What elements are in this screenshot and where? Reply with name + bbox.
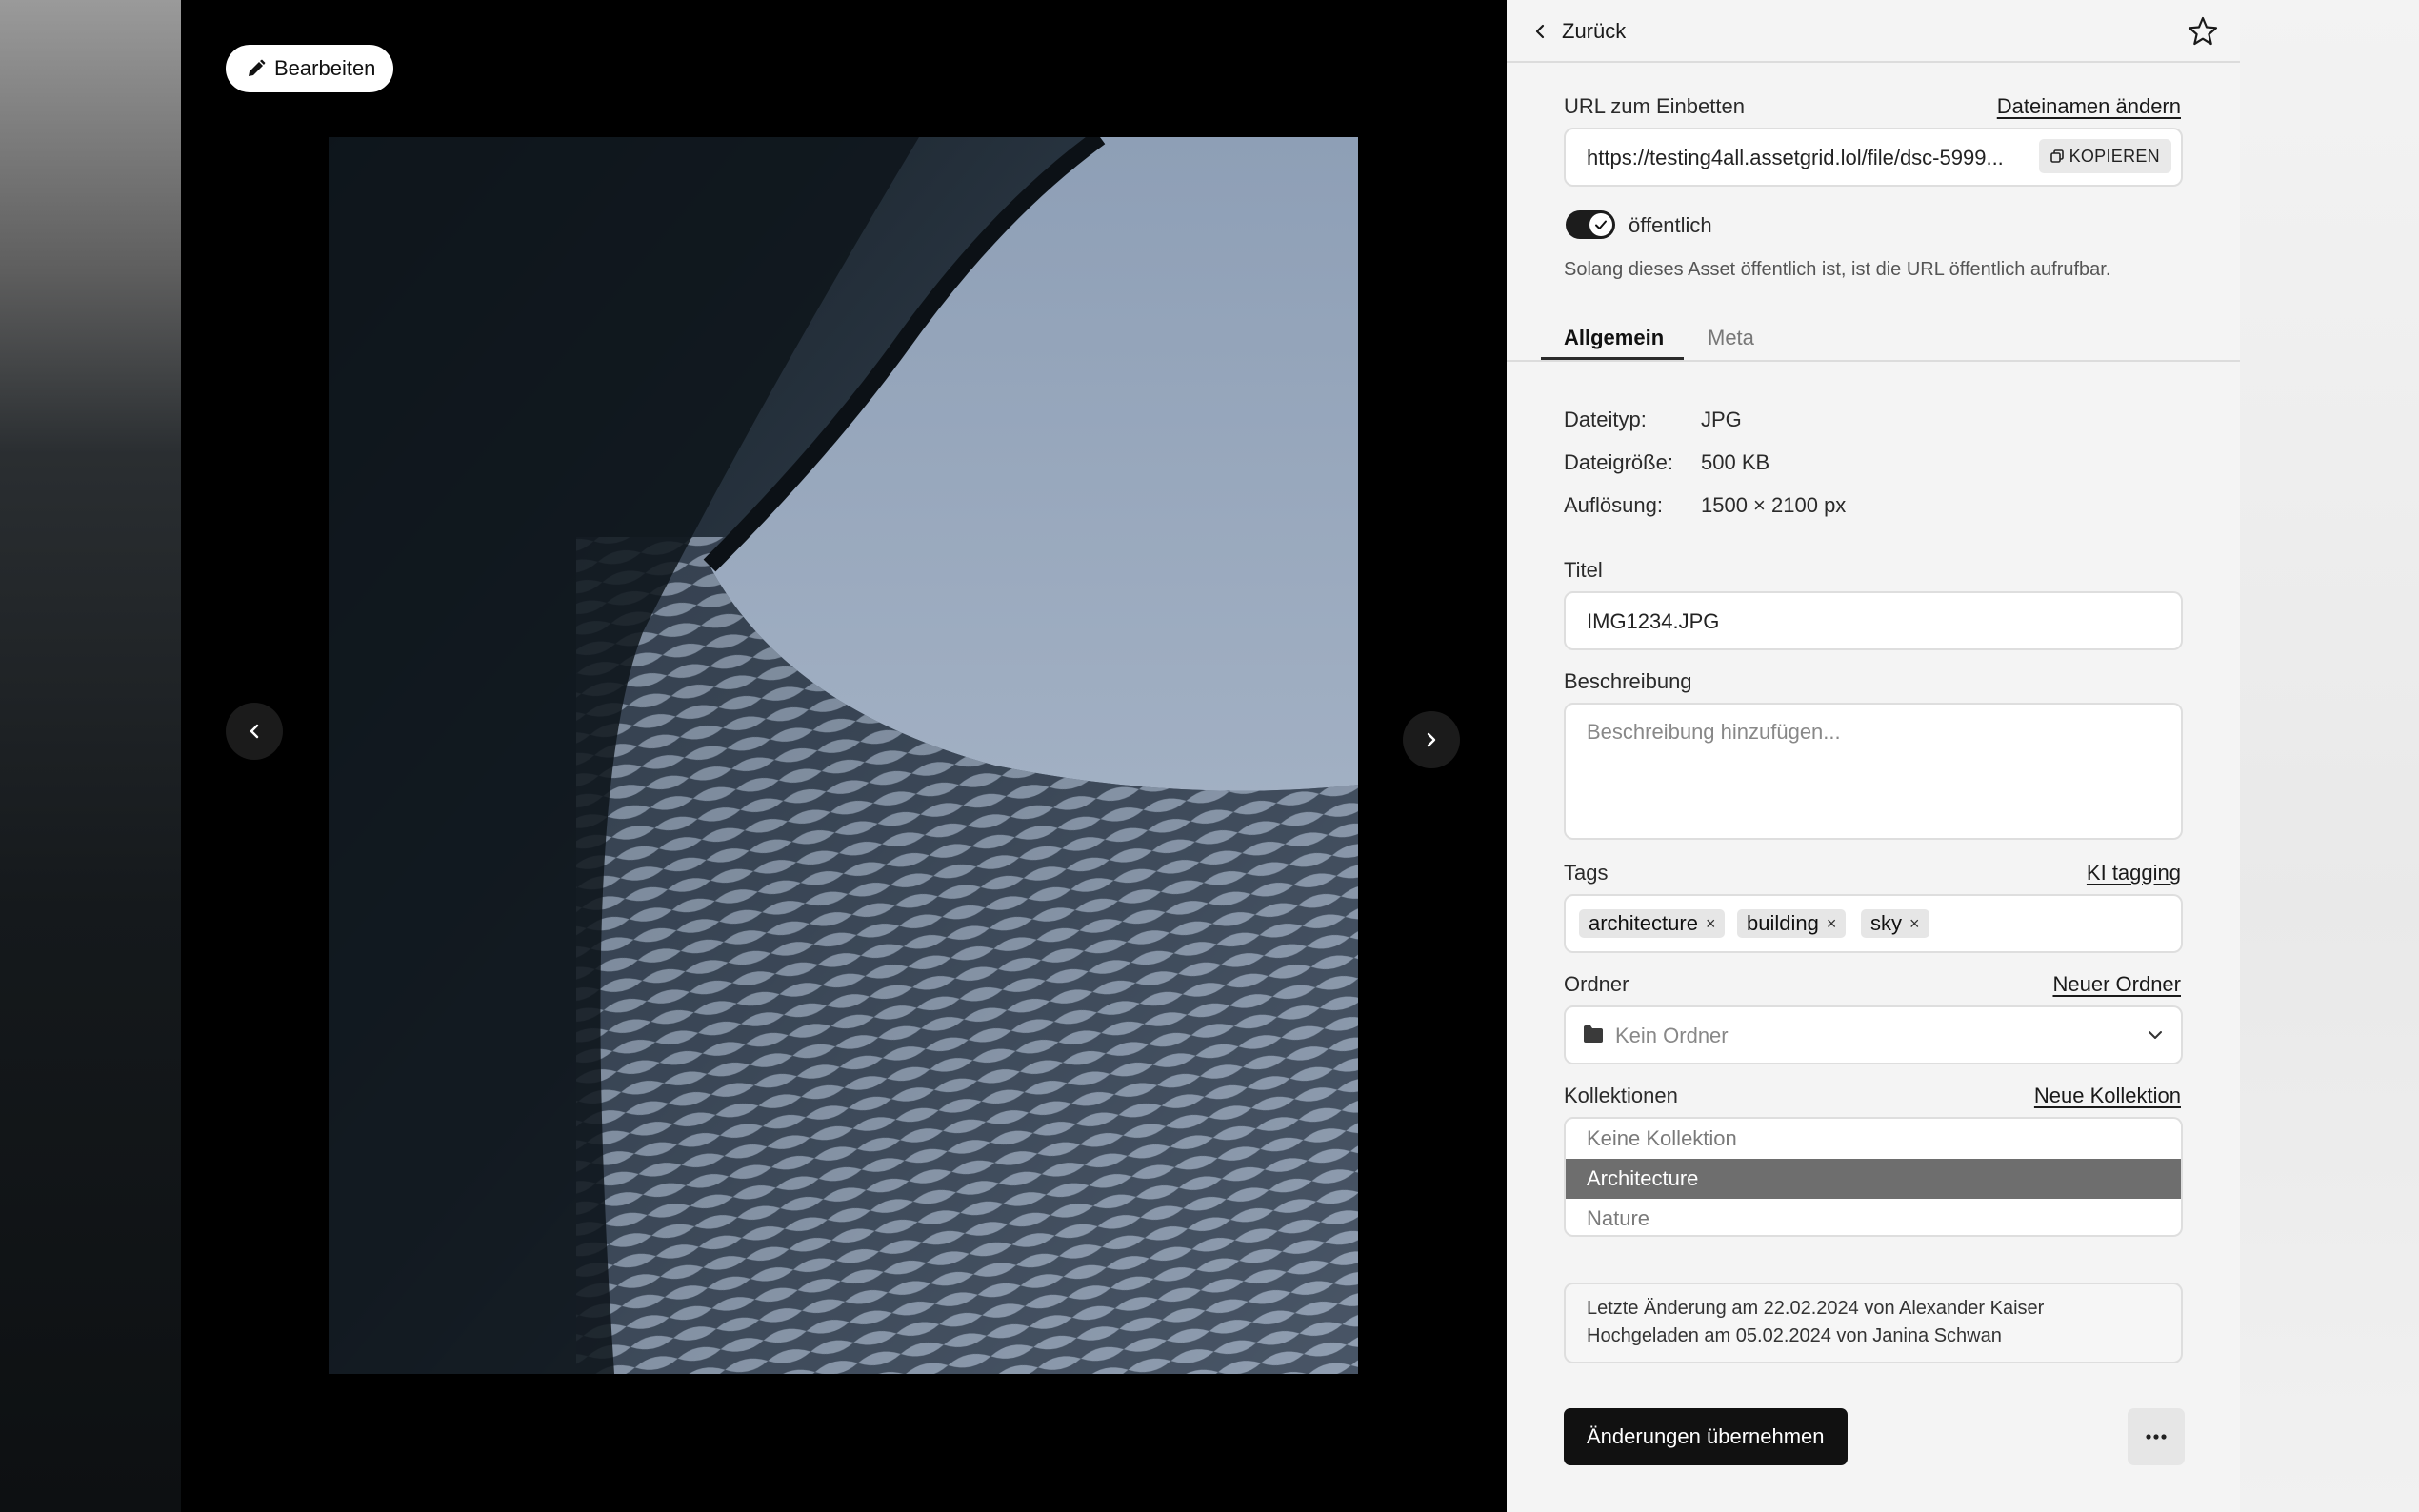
tag-chip: sky × <box>1861 909 1929 938</box>
folder-icon <box>1584 1025 1603 1043</box>
folder-select-value: Kein Ordner <box>1615 1024 1729 1047</box>
title-input[interactable]: IMG1234.JPG <box>1564 591 2183 650</box>
chevron-down-icon <box>2149 1031 2162 1039</box>
tags-input[interactable]: architecture × building × sky × <box>1564 894 2183 953</box>
chevron-left-icon <box>250 724 259 739</box>
more-actions-button[interactable] <box>2128 1408 2185 1465</box>
resolution-key: Auflösung: <box>1564 493 1663 517</box>
edit-button-label: Bearbeiten <box>274 56 376 80</box>
ai-tagging-link[interactable]: KI tagging <box>2087 861 2181 885</box>
public-toggle[interactable] <box>1566 210 1615 239</box>
check-icon <box>1595 220 1607 229</box>
tag-label: sky <box>1870 911 1902 935</box>
tags-label: Tags <box>1564 861 1609 885</box>
public-toggle-label: öffentlich <box>1629 213 1712 237</box>
folder-label: Ordner <box>1564 972 1629 996</box>
tab-active-indicator <box>1541 357 1684 360</box>
chevron-right-icon <box>1427 732 1436 747</box>
asset-detail-panel: Zurück URL zum Einbetten Dateinamen ände… <box>1507 0 2240 1512</box>
collection-option[interactable]: Nature <box>1566 1199 2181 1235</box>
embed-url-value[interactable]: https://testing4all.assetgrid.lol/file/d… <box>1587 146 2034 170</box>
more-horizontal-icon <box>2146 1434 2167 1440</box>
public-help-text: Solang dieses Asset öffentlich ist, ist … <box>1564 259 2111 280</box>
star-icon <box>2188 16 2218 46</box>
remove-tag-button[interactable]: × <box>1706 914 1716 934</box>
rename-file-link[interactable]: Dateinamen ändern <box>1997 94 2181 119</box>
change-history: Letzte Änderung am 22.02.2024 von Alexan… <box>1564 1283 2183 1363</box>
file-size-value: 500 KB <box>1701 450 1770 474</box>
description-textarea[interactable]: Beschreibung hinzufügen... <box>1564 703 2183 840</box>
tag-chip: architecture × <box>1579 909 1726 938</box>
copy-url-label: KOPIEREN <box>2069 146 2160 166</box>
resolution-value: 1500 × 2100 px <box>1701 493 1847 517</box>
file-type-key: Dateityp: <box>1564 408 1647 431</box>
edit-button[interactable]: Bearbeiten <box>226 45 394 92</box>
embed-url-field: https://testing4all.assetgrid.lol/file/d… <box>1564 128 2183 187</box>
previous-asset-button[interactable] <box>226 703 283 760</box>
file-size-key: Dateigröße: <box>1564 450 1673 474</box>
collections-listbox[interactable]: Keine Kollektion Architecture Nature <box>1564 1117 2183 1237</box>
collection-option[interactable]: Keine Kollektion <box>1566 1119 2181 1159</box>
image-viewer: Bearbeiten <box>181 0 1507 1512</box>
collection-option-selected[interactable]: Architecture <box>1566 1159 2181 1199</box>
apply-changes-button[interactable]: Änderungen übernehmen <box>1564 1408 1848 1465</box>
backdrop-right <box>2240 0 2419 1512</box>
uploaded-text: Hochgeladen am 05.02.2024 von Janina Sch… <box>1587 1325 2002 1346</box>
folder-select[interactable]: Kein Ordner <box>1564 1005 2183 1064</box>
embed-url-label: URL zum Einbetten <box>1564 94 1745 118</box>
remove-tag-button[interactable]: × <box>1827 914 1837 934</box>
title-label: Titel <box>1564 558 1603 582</box>
description-label: Beschreibung <box>1564 669 1692 693</box>
pencil-icon <box>249 59 266 76</box>
copy-url-button[interactable]: KOPIEREN <box>2038 139 2171 173</box>
file-type-value: JPG <box>1701 408 1742 431</box>
back-label: Zurück <box>1562 19 1627 43</box>
panel-header: Zurück <box>1507 0 2240 63</box>
tab-allgemein[interactable]: Allgemein <box>1564 326 1664 350</box>
favorite-button[interactable] <box>2187 15 2219 48</box>
tag-label: architecture <box>1589 911 1698 935</box>
new-folder-link[interactable]: Neuer Ordner <box>2052 972 2181 997</box>
description-placeholder: Beschreibung hinzufügen... <box>1587 720 1841 744</box>
chevron-left-icon <box>1535 24 1545 39</box>
tag-label: building <box>1747 911 1819 935</box>
copy-icon <box>2049 149 2064 163</box>
tag-chip: building × <box>1737 909 1847 938</box>
tabs-divider <box>1507 360 2240 362</box>
tab-meta[interactable]: Meta <box>1708 326 1754 350</box>
back-button[interactable]: Zurück <box>1526 13 1631 50</box>
title-input-value: IMG1234.JPG <box>1587 609 1720 633</box>
backdrop-left <box>0 0 181 1512</box>
remove-tag-button[interactable]: × <box>1909 914 1920 934</box>
collections-label: Kollektionen <box>1564 1084 1678 1107</box>
next-asset-button[interactable] <box>1403 711 1460 768</box>
asset-image <box>329 137 1358 1374</box>
last-modified-text: Letzte Änderung am 22.02.2024 von Alexan… <box>1587 1298 2045 1319</box>
new-collection-link[interactable]: Neue Kollektion <box>2034 1084 2181 1108</box>
